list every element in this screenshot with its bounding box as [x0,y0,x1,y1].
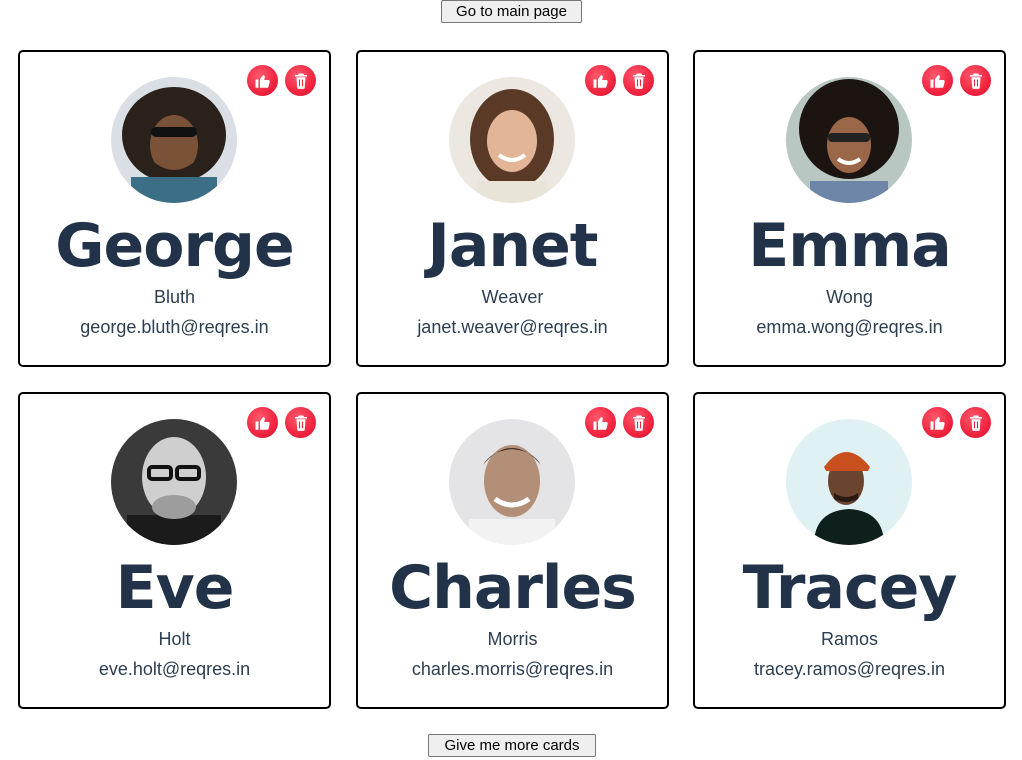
delete-button[interactable] [623,65,654,96]
last-name: Bluth [153,287,196,307]
card-actions [247,407,316,438]
user-card: Emma Wong emma.wong@reqres.in [693,50,1006,367]
email: emma.wong@reqres.in [756,317,943,337]
avatar [449,419,575,545]
first-name: Emma [748,211,952,281]
thumbs-up-icon [255,74,270,88]
first-name: Tracey [742,553,958,623]
last-name: Weaver [481,287,544,307]
trash-icon [294,73,307,89]
like-button[interactable] [922,65,953,96]
email: tracey.ramos@reqres.in [754,659,945,679]
email: janet.weaver@reqres.in [417,317,608,337]
go-to-main-page-button[interactable]: Go to main page [441,0,582,23]
avatar [111,77,237,203]
first-name: Charles [389,553,637,623]
card-actions [922,407,991,438]
avatar [786,419,912,545]
thumbs-up-icon [255,416,270,430]
thumbs-up-icon [930,416,945,430]
trash-icon [969,415,982,431]
delete-button[interactable] [623,407,654,438]
trash-icon [294,415,307,431]
avatar [449,77,575,203]
trash-icon [632,415,645,431]
avatar [111,419,237,545]
delete-button[interactable] [285,407,316,438]
first-name: Eve [115,553,235,623]
last-name: Holt [158,629,191,649]
thumbs-up-icon [930,74,945,88]
thumbs-up-icon [593,74,608,88]
trash-icon [969,73,982,89]
delete-button[interactable] [960,65,991,96]
avatar [786,77,912,203]
user-card: Tracey Ramos tracey.ramos@reqres.in [693,392,1006,709]
last-name: Morris [487,629,538,649]
delete-button[interactable] [960,407,991,438]
like-button[interactable] [585,407,616,438]
email: george.bluth@reqres.in [80,317,269,337]
give-more-cards-button[interactable]: Give me more cards [428,734,596,757]
user-card: Eve Holt eve.holt@reqres.in [18,392,331,709]
trash-icon [632,73,645,89]
like-button[interactable] [247,407,278,438]
card-actions [585,407,654,438]
like-button[interactable] [585,65,616,96]
last-name: Ramos [820,629,878,649]
user-card-grid: George Bluth george.bluth@reqres.in Jane… [18,50,1006,709]
last-name: Wong [826,287,873,307]
card-actions [247,65,316,96]
thumbs-up-icon [593,416,608,430]
first-name: Janet [427,211,599,281]
first-name: George [55,211,294,281]
user-card: George Bluth george.bluth@reqres.in [18,50,331,367]
like-button[interactable] [922,407,953,438]
card-actions [585,65,654,96]
like-button[interactable] [247,65,278,96]
user-card: Charles Morris charles.morris@reqres.in [356,392,669,709]
delete-button[interactable] [285,65,316,96]
email: charles.morris@reqres.in [411,659,614,679]
card-actions [922,65,991,96]
email: eve.holt@reqres.in [98,659,251,679]
user-card: Janet Weaver janet.weaver@reqres.in [356,50,669,367]
